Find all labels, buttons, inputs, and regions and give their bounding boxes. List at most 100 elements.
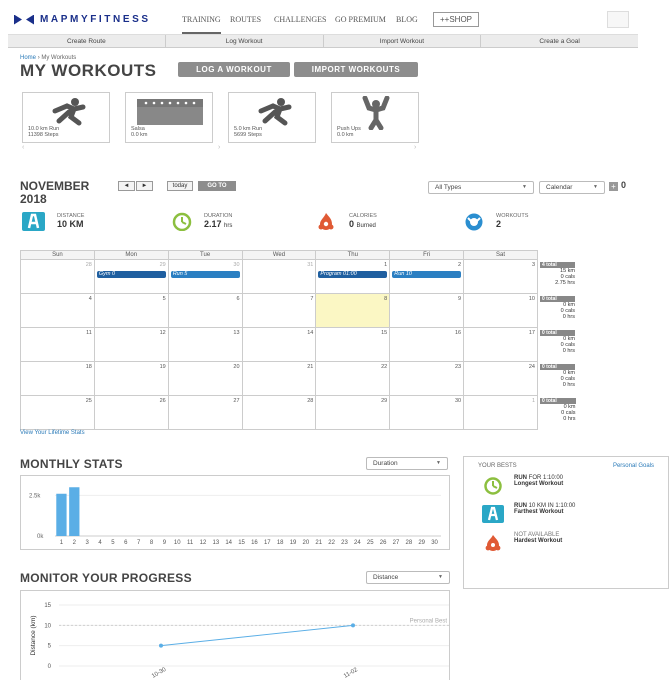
week-hrs: 0 hrs	[562, 348, 575, 355]
calendar-day[interactable]: 28	[20, 259, 95, 294]
day-number: 26	[159, 398, 166, 404]
calendar-day[interactable]: 1	[463, 395, 538, 430]
runner-icon	[258, 98, 292, 126]
x-tick-label: 14	[225, 540, 232, 546]
import-workouts-button[interactable]: IMPORT WORKOUTS	[294, 62, 418, 77]
calendar-event[interactable]: Program 01:00	[318, 271, 388, 278]
calendar-day[interactable]: 26	[93, 395, 169, 430]
carousel-prev-icon[interactable]: ‹	[22, 144, 24, 151]
calendar-day[interactable]: 27	[167, 395, 243, 430]
personal-goals-link[interactable]: Personal Goals	[613, 463, 654, 469]
x-tick-label: 19	[290, 540, 297, 546]
workout-card[interactable]: Push Ups 0.0 km	[331, 92, 419, 143]
chevron-down-icon: ▼	[438, 574, 443, 580]
calendar-day[interactable]: 31	[241, 259, 317, 294]
workout-card[interactable]: Salsa 0.0 km	[125, 92, 213, 143]
calendar-day[interactable]: 18	[20, 361, 95, 396]
logo-icon	[14, 15, 34, 25]
card-line2: 0.0 km	[131, 132, 148, 138]
next-month-button[interactable]: ►	[136, 181, 153, 191]
calendar-day[interactable]: 2 Run 10	[389, 259, 465, 294]
calendar-day[interactable]: 25	[20, 395, 95, 430]
day-number: 2	[458, 262, 462, 268]
view-select[interactable]: Calendar ▼	[539, 181, 605, 194]
calendar-event[interactable]: Gym 0	[96, 271, 166, 278]
calendar-day[interactable]: 29 Gym 0	[93, 259, 169, 294]
stat-value: 2.17	[204, 219, 222, 229]
calendar-event[interactable]: Run 10	[392, 271, 462, 278]
carousel-next-icon[interactable]: ›	[414, 144, 416, 151]
log-workout-button[interactable]: LOG A WORKOUT	[178, 62, 290, 77]
calendar-day[interactable]: 6	[167, 293, 243, 328]
today-button[interactable]: today	[167, 181, 193, 191]
day-number: 29	[159, 262, 166, 268]
calendar-day[interactable]: 5	[93, 293, 169, 328]
calendar-day[interactable]: 30 Run 5	[167, 259, 243, 294]
add-icon[interactable]: +	[609, 182, 618, 191]
calendar-day[interactable]: 19	[93, 361, 169, 396]
stat-value: 0	[349, 219, 355, 229]
day-number: 22	[381, 364, 388, 370]
calendar-day[interactable]: 14	[241, 327, 317, 362]
calendar-day[interactable]: 4	[20, 293, 95, 328]
calendar-day[interactable]: 13	[167, 327, 243, 362]
create-goal-link[interactable]: Create a Goal	[481, 35, 638, 47]
lifetime-stats-link[interactable]: View Your Lifetime Stats	[20, 430, 85, 436]
x-tick-label: 29	[418, 540, 425, 546]
nav-routes[interactable]: ROUTES	[230, 15, 261, 24]
day-number: 6	[236, 296, 240, 302]
calendar-day[interactable]: 10	[463, 293, 538, 328]
calendar-day[interactable]: 30	[389, 395, 465, 430]
log-workout-link[interactable]: Log Workout	[166, 35, 324, 47]
calendar-day[interactable]: 1 Program 01:00	[315, 259, 391, 294]
best-longest: RUN FOR 1:10:00 Longest Workout	[514, 475, 563, 487]
brand-logo[interactable]: MAPMYFITNESS	[14, 14, 151, 25]
day-number: 10	[528, 296, 535, 302]
calendar-day[interactable]: 3	[463, 259, 538, 294]
monthly-metric-select[interactable]: Duration ▼	[366, 457, 448, 470]
day-number: 28	[307, 398, 314, 404]
shop-button[interactable]: ++SHOP	[433, 12, 479, 27]
x-tick-label: 4	[98, 540, 102, 546]
x-tick-label: 26	[380, 540, 387, 546]
calendar-day[interactable]: 17	[463, 327, 538, 362]
weekday-header: Sat	[463, 250, 538, 260]
type-filter-select[interactable]: All Types ▼	[428, 181, 534, 194]
create-route-link[interactable]: Create Route	[8, 35, 166, 47]
day-number: 1	[384, 262, 388, 268]
x-tick-label: 2	[73, 540, 77, 546]
calendar-day[interactable]: 21	[241, 361, 317, 396]
avatar[interactable]	[607, 11, 629, 28]
nav-challenges[interactable]: CHALLENGES	[274, 15, 326, 24]
nav-training[interactable]: TRAINING	[182, 15, 221, 34]
nav-blog[interactable]: BLOG	[396, 15, 418, 24]
day-number: 9	[458, 296, 462, 302]
goto-button[interactable]: GO TO	[198, 181, 236, 191]
calendar-day[interactable]: 29	[315, 395, 391, 430]
workout-card[interactable]: 10.0 km Run 11398 Steps	[22, 92, 110, 143]
calendar-day[interactable]: 11	[20, 327, 95, 362]
prev-month-button[interactable]: ◄	[118, 181, 135, 191]
calendar-day[interactable]: 28	[241, 395, 317, 430]
day-number: 14	[307, 330, 314, 336]
calendar-day[interactable]: 23	[389, 361, 465, 396]
calendar-day-today[interactable]: 8	[315, 293, 391, 328]
weekday-header: Thu	[315, 250, 391, 260]
calendar-day[interactable]: 15	[315, 327, 391, 362]
calendar-event[interactable]: Run 5	[170, 271, 240, 278]
calendar-day[interactable]: 9	[389, 293, 465, 328]
carousel-dot-icon[interactable]: ›	[218, 144, 220, 151]
calendar-day[interactable]: 16	[389, 327, 465, 362]
progress-metric-select[interactable]: Distance ▼	[366, 571, 450, 584]
calendar-day[interactable]: 7	[241, 293, 317, 328]
calendar-day[interactable]: 20	[167, 361, 243, 396]
calendar-day[interactable]: 24	[463, 361, 538, 396]
import-workout-link[interactable]: Import Workout	[324, 35, 482, 47]
day-number: 28	[85, 262, 92, 268]
workout-card[interactable]: 5.0 km Run 5699 Steps	[228, 92, 316, 143]
calendar-day[interactable]: 12	[93, 327, 169, 362]
calendar-day[interactable]: 22	[315, 361, 391, 396]
nav-go-premium[interactable]: GO PREMIUM	[335, 15, 386, 24]
x-tick-label: 7	[137, 540, 141, 546]
stat-unit: hrs	[224, 223, 233, 229]
